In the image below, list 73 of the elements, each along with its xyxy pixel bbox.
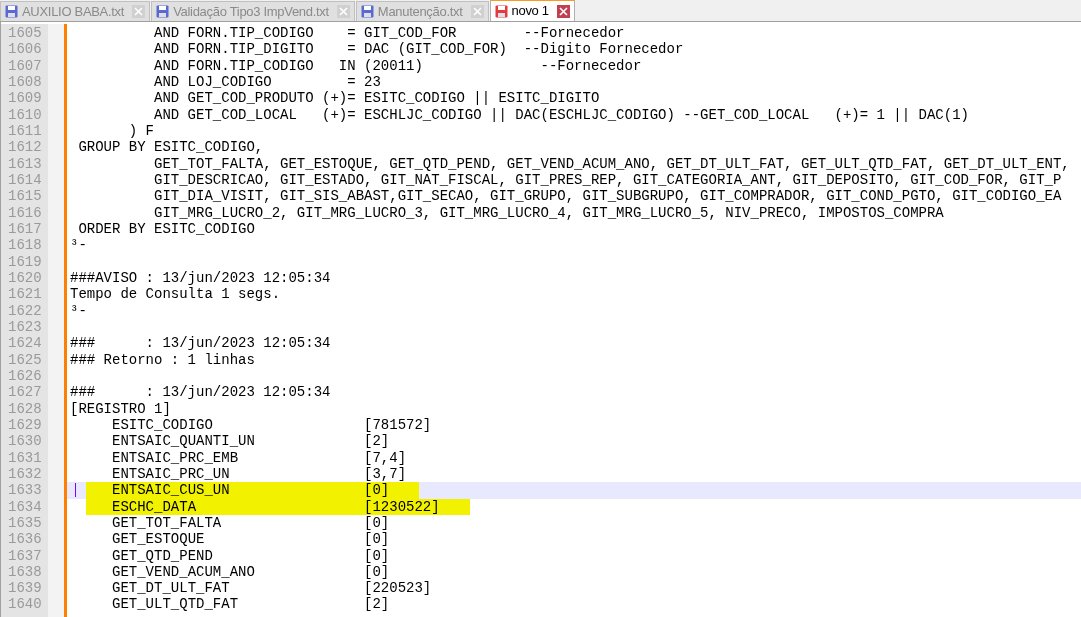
line-number: 1612 [7, 139, 43, 156]
code-line: ESITC_CODIGO [781572] [112, 416, 432, 434]
line-number: 1627 [7, 384, 43, 401]
line-number: 1619 [7, 253, 43, 270]
code-line: AND GET_COD_PRODUTO (+)= ESITC_CODIGO || ESITC_DIGITO [154, 90, 600, 107]
line-number: 1615 [7, 188, 43, 205]
line-number: 1639 [7, 580, 43, 597]
line-number: 1618 [7, 237, 43, 254]
line-number: 1611 [7, 122, 43, 140]
file-tab[interactable]: Manutenção.txt [355, 1, 489, 21]
line-number: 1606 [7, 41, 43, 58]
code-line: ) F [128, 122, 155, 140]
line-number: 1626 [7, 367, 43, 385]
code-line: GET_ULT_QTD_FAT [2] [112, 596, 390, 613]
code-line: AND GET_COD_LOCAL (+)= ESCHLJC_CODIGO || DAC(ESCHLJC_CODIGO) --GET_COD_LOCAL (+)= 1 || DAC(1) [154, 106, 969, 123]
code-line: ORDER BY ESITC_CODIGO [78, 220, 255, 238]
line-number: 1616 [7, 204, 43, 221]
code-line: GET_TOT_FALTA [0] [112, 514, 390, 532]
line-number: 1624 [7, 335, 43, 352]
code-line: GET_TOT_FALTA, GET_ESTOQUE, GET_QTD_PEND, GET_VEND_ACUM_ANO, GET_DT_ULT_FAT, GET_ULT_QTD_FAT, GET_DT_ULT_ENT, [154, 155, 1070, 172]
code-line: ³- [70, 237, 87, 254]
line-number: 1640 [7, 596, 43, 613]
line-number: 1617 [7, 220, 43, 238]
line-number: 1634 [7, 498, 43, 515]
line-number: 1605 [7, 25, 43, 42]
code-line: Tempo de Consulta 1 segs. [70, 286, 281, 303]
code-line: GIT_MRG_LUCRO_2, GIT_MRG_LUCRO_3, GIT_MRG_LUCRO_4, GIT_MRG_LUCRO_5, NIV_PRECO, IMPOSTOS_COMPRA [154, 204, 944, 221]
line-number: 1614 [7, 171, 43, 189]
line-number: 1622 [7, 302, 43, 319]
line-number: 1625 [7, 351, 43, 368]
line-number: 1613 [7, 155, 43, 172]
code-line: GET_ESTOQUE [0] [112, 531, 390, 548]
code-line: ENTSAIC_PRC_EMB [7,4] [112, 449, 407, 466]
code-line: ### : 13/jun/2023 12:05:34 [70, 384, 331, 401]
line-number: 1637 [7, 547, 43, 564]
code-line: GROUP BY ESITC_CODIGO, [78, 139, 264, 156]
file-tab[interactable]: Validação Tipo3 ImpVend.txt [151, 1, 355, 21]
line-number: 1621 [7, 286, 43, 303]
line-number: 1630 [7, 433, 43, 450]
code-line: GIT_DESCRICAO, GIT_ESTADO, GIT_NAT_FISCAL, GIT_PRES_REP, GIT_CATEGORIA_ANT, GIT_DEPOSITO, GIT_COD_FOR, GIT_P [154, 171, 1062, 189]
line-number: 1623 [7, 318, 43, 336]
file-tab[interactable]: novo 1 [489, 0, 575, 21]
line-number: 1638 [7, 563, 43, 581]
code-line: AND FORN.TIP_DIGITO = DAC (GIT_COD_FOR) --Digito Fornecedor [154, 41, 684, 58]
code-line: ### Retorno : 1 linhas [70, 351, 255, 368]
line-number: 1608 [7, 74, 43, 91]
line-number: 1609 [7, 90, 43, 107]
line-number: 1631 [7, 449, 43, 466]
text-caret [75, 483, 76, 498]
code-line: AND FORN.TIP_CODIGO = GIT_COD_FOR --Fornecedor [154, 25, 625, 42]
code-line: ### : 13/jun/2023 12:05:34 [70, 335, 331, 352]
code-line: GET_QTD_PEND [0] [112, 547, 390, 564]
line-number: 1629 [7, 416, 43, 434]
code-line: ENTSAIC_QUANTI_UN [2] [112, 433, 390, 450]
code-line: ###AVISO : 13/jun/2023 12:05:34 [70, 269, 331, 287]
line-number: 1610 [7, 106, 43, 123]
line-number: 1633 [7, 482, 43, 499]
code-line: GIT_DIA_VISIT, GIT_SIS_ABAST,GIT_SECAO, GIT_GRUPO, GIT_SUBGRUPO, GIT_COMPRADOR, GIT_COND_PGTO, GIT_CODIGO_EA [154, 188, 1062, 205]
line-number: 1620 [7, 269, 43, 287]
code-line: AND FORN.TIP_CODIGO IN (20011) --Fornecedor [154, 57, 642, 74]
code-line: GET_DT_ULT_FAT [220523] [112, 580, 432, 597]
line-number: 1636 [7, 531, 43, 548]
code-line: GET_VEND_ACUM_ANO [0] [112, 563, 390, 581]
line-number: 1635 [7, 514, 43, 532]
line-number: 1607 [7, 57, 43, 74]
code-line: [REGISTRO 1] [70, 400, 171, 417]
code-line: ³- [70, 302, 87, 319]
line-number: 1628 [7, 400, 43, 417]
file-tab[interactable]: AUXILIO BABA.txt [0, 1, 151, 21]
code-line: AND LOJ_CODIGO = 23 [154, 74, 381, 91]
close-icon[interactable] [556, 4, 570, 18]
line-number: 1632 [7, 465, 43, 483]
code-line: ENTSAIC_PRC_UN [3,7] [112, 465, 407, 483]
